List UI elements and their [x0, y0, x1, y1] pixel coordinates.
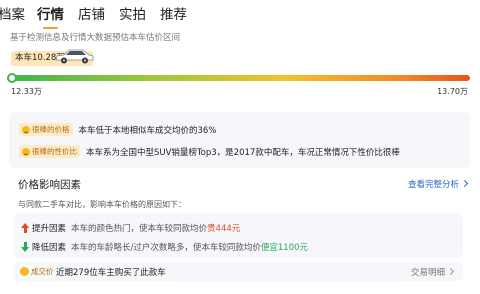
factor-value: 贵444元	[207, 224, 241, 234]
factor-row: 提升因素 本车的颜色热门，使本车较同款均价 贵444元	[21, 222, 240, 234]
highlight-row: 很棒的价格 本车低于本地相似车成交均价的36%	[19, 123, 216, 136]
highlight-badge: 很棒的性价比	[19, 145, 80, 158]
deal-details-label: 交易明细	[410, 268, 445, 278]
highlights-card: 很棒的价格 本车低于本地相似车成交均价的36% 很棒的性价比 本车系为全国中型S…	[9, 112, 470, 168]
full-analysis-link[interactable]: 查看完整分析	[407, 178, 469, 190]
smile-icon	[22, 147, 30, 156]
tab-store[interactable]: 店铺	[78, 5, 105, 25]
top-nav: 档案 行情 店铺 实拍 推荐	[0, 3, 201, 29]
highlight-text: 本车低于本地相似车成交均价的36%	[78, 125, 217, 136]
highlight-row: 很棒的性价比 本车系为全国中型SUV销量榜Top3，是2017款中配车，车况正常…	[19, 145, 400, 158]
deal-badge: 成交价	[20, 265, 54, 278]
tab-recommend[interactable]: 推荐	[160, 5, 187, 25]
section-description: 与同款二手车对比，影响本车价格的原因如下：	[18, 200, 186, 209]
tab-archive[interactable]: 档案	[0, 5, 25, 25]
deal-badge-label: 成交价	[31, 267, 54, 276]
full-analysis-label: 查看完整分析	[407, 180, 459, 190]
factor-description: 本车的颜色热门，使本车较同款均价	[71, 224, 208, 234]
arrow-up-icon	[21, 223, 29, 233]
highlight-badge-label: 很棒的性价比	[32, 147, 77, 156]
chevron-right-icon	[446, 267, 455, 276]
tab-market[interactable]: 行情	[37, 5, 64, 29]
section-title: 价格影响因素	[18, 179, 81, 191]
chevron-right-icon	[460, 179, 469, 188]
highlight-badge-label: 很棒的价格	[32, 125, 70, 134]
deal-text: 近期279位车主购买了此款车	[56, 268, 166, 278]
range-max-label: 13.70万	[437, 87, 468, 96]
factor-description: 本车的车龄略长/过户次数略多，使本车较同款均价	[71, 243, 261, 253]
deal-details-link[interactable]: 交易明细	[410, 266, 455, 278]
valuation-subtitle: 基于检测信息及行情大数据预估本车估价区间	[10, 33, 181, 43]
factor-label: 提升因素	[32, 224, 67, 234]
range-min-label: 12.33万	[11, 87, 42, 96]
price-range-bar	[9, 75, 470, 81]
highlight-text: 本车系为全国中型SUV销量榜Top3，是2017款中配车，车况正常情况下性价比很…	[86, 147, 400, 158]
factor-label: 降低因素	[32, 243, 67, 253]
coin-icon	[20, 267, 29, 276]
factor-value: 便宜1100元	[260, 243, 309, 253]
factor-row: 降低因素 本车的车龄略长/过户次数略多，使本车较同款均价 便宜1100元	[21, 241, 308, 253]
arrow-down-icon	[21, 242, 29, 252]
factors-card: 提升因素 本车的颜色热门，使本车较同款均价 贵444元 降低因素 本车的车龄略长…	[14, 213, 463, 258]
tab-photos[interactable]: 实拍	[119, 5, 146, 25]
price-marker	[7, 73, 17, 83]
highlight-badge: 很棒的价格	[19, 123, 73, 136]
car-icon	[55, 49, 94, 64]
smile-icon	[22, 125, 30, 134]
deals-card[interactable]: 成交价 近期279位车主购买了此款车 交易明细	[14, 262, 463, 281]
